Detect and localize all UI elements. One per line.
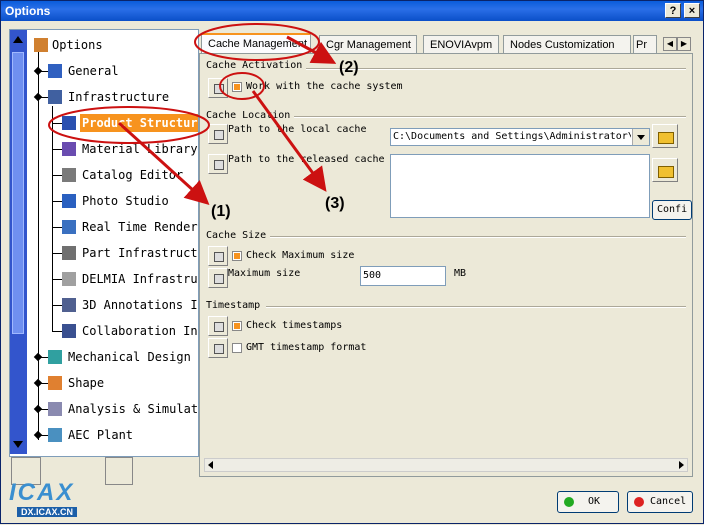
annotation-overlay xyxy=(48,23,337,206)
annotation-arrow xyxy=(117,121,210,206)
annotation-label-1: (1) xyxy=(211,203,231,220)
annotation-label-2: (2) xyxy=(339,59,359,76)
highlight-ellipse xyxy=(194,23,320,61)
options-dialog: Options ? × Options General Infrastructur… xyxy=(0,0,704,524)
annotation-arrow xyxy=(251,90,327,192)
highlight-ellipse xyxy=(48,106,210,144)
annotation-label-3: (3) xyxy=(325,195,345,212)
